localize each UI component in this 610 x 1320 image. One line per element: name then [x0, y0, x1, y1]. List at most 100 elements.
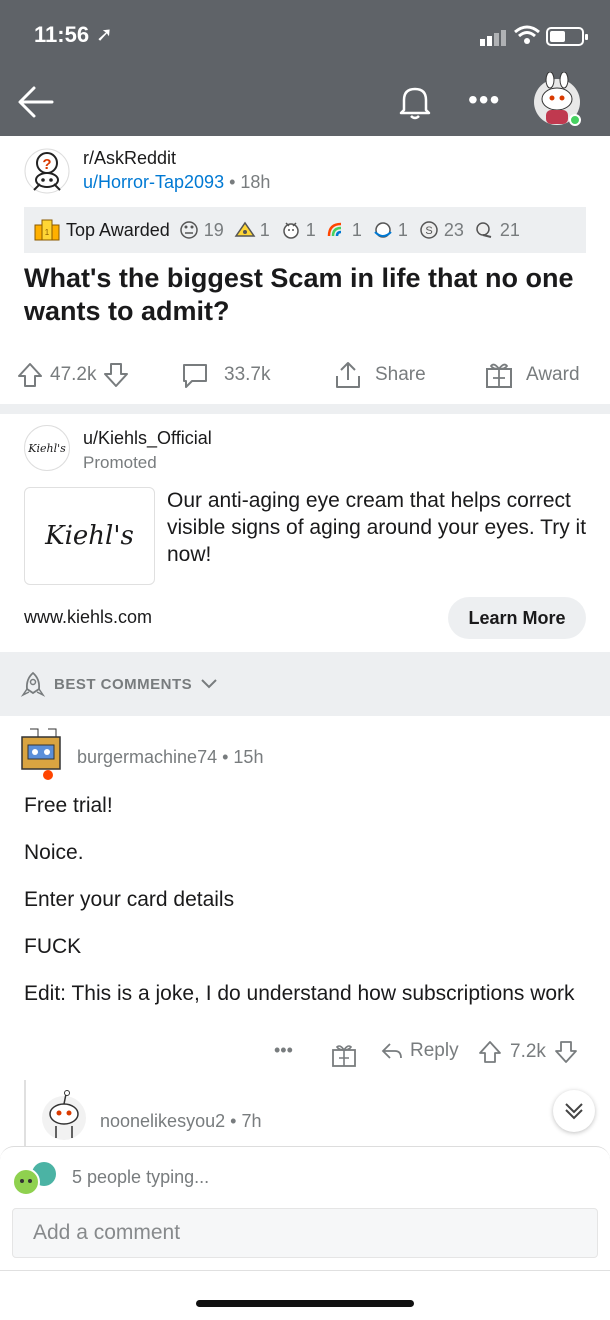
upvote-icon[interactable]: [16, 361, 44, 389]
post-action-bar: 47.2k 33.7k Share Award: [0, 352, 610, 398]
back-arrow-icon[interactable]: [16, 82, 56, 122]
promo-user[interactable]: u/Kiehls_Official: [83, 428, 212, 449]
user-avatar[interactable]: [532, 72, 582, 126]
commenter-avatar[interactable]: [18, 725, 66, 781]
ad-url[interactable]: www.kiehls.com: [24, 607, 152, 628]
typing-indicator: 5 people typing...: [72, 1167, 210, 1187]
sort-label: BEST COMMENTS: [54, 675, 193, 693]
subreddit-name[interactable]: r/AskReddit: [83, 148, 176, 169]
comment-paragraph: FUCK: [24, 935, 82, 958]
rolling-eyes-icon: [180, 221, 198, 239]
battery-icon: [546, 27, 588, 46]
award-helpful: 21: [474, 220, 520, 241]
reply-age-separator: •: [230, 1111, 242, 1131]
add-comment-input[interactable]: Add a comment: [12, 1208, 598, 1258]
comment-score: 7.2k: [510, 1041, 546, 1062]
downvote-icon[interactable]: [102, 361, 130, 389]
top-awarded-badge: 1 Top Awarded: [34, 219, 170, 241]
comment-author[interactable]: burgermachine74: [77, 747, 217, 767]
ad-thumbnail[interactable]: Kiehl's: [24, 487, 155, 585]
comment-body: Free trial! Noice. Enter your card detai…: [24, 793, 594, 1028]
award-label: Award: [526, 364, 580, 385]
upvote-icon[interactable]: [478, 1040, 502, 1064]
comment-sort-bar[interactable]: BEST COMMENTS: [0, 652, 610, 716]
post-author-link[interactable]: u/Horror-Tap2093: [83, 172, 224, 192]
award-hat: 1: [234, 220, 270, 241]
svg-text:1: 1: [45, 228, 50, 237]
reply-button[interactable]: Reply: [380, 1040, 459, 1062]
award-rainbow: 1: [326, 220, 362, 241]
share-button[interactable]: Share: [333, 352, 426, 398]
hat-award-icon: [234, 221, 256, 237]
rainbow-icon: [327, 222, 341, 237]
top-nav-bar: 11:56 ➚ •••: [0, 0, 610, 136]
post-age-separator: •: [229, 172, 241, 192]
promo-brand-logo[interactable]: Kiehl's: [24, 425, 70, 471]
comment-paragraph: Edit: This is a joke, I do understand ho…: [24, 982, 575, 1005]
more-options-button[interactable]: •••: [468, 84, 500, 116]
comment-count: 33.7k: [224, 364, 271, 385]
reply-author-line: noonelikesyou2 • 7h: [100, 1111, 261, 1132]
gift-icon: [486, 363, 512, 388]
comment-vote-group: 7.2k: [478, 1040, 578, 1064]
subreddit-icon[interactable]: ?: [24, 148, 70, 194]
hugz-icon: [374, 222, 392, 238]
awards-bar[interactable]: 1 Top Awarded 19 1 1 1 1 S 23 21: [24, 207, 586, 253]
award-count: 1: [397, 219, 408, 240]
reply-label: Reply: [410, 1040, 459, 1061]
award-count: 21: [499, 219, 520, 240]
post-score: 47.2k: [50, 364, 97, 385]
comments-button[interactable]: 33.7k: [180, 352, 270, 398]
share-icon: [336, 362, 360, 388]
collapse-thread-button[interactable]: [553, 1090, 595, 1132]
comment-age-separator: •: [222, 747, 234, 767]
wifi-icon: [514, 25, 540, 44]
downvote-icon[interactable]: [554, 1040, 578, 1064]
award-count: 19: [203, 219, 224, 240]
location-arrow-icon: ➚: [96, 24, 113, 46]
share-label: Share: [375, 364, 426, 385]
reply-age: 7h: [241, 1111, 262, 1131]
top-awarded-label: Top Awarded: [66, 219, 170, 240]
gift-icon[interactable]: [331, 1042, 357, 1068]
reply-author[interactable]: noonelikesyou2: [100, 1111, 225, 1131]
learn-more-button[interactable]: Learn More: [448, 597, 586, 639]
award-silver: S 23: [418, 220, 464, 241]
svg-text:S: S: [425, 225, 432, 237]
double-chevron-down-icon: [565, 1103, 583, 1120]
reply-arrow-icon: [381, 1043, 402, 1059]
bell-icon[interactable]: [397, 82, 433, 122]
top-award-icon: 1: [34, 219, 60, 241]
comment-paragraph: Free trial!: [24, 794, 113, 817]
award-count: 1: [259, 219, 270, 240]
comment-bubble-icon: [183, 364, 207, 388]
comment-more-button[interactable]: •••: [274, 1040, 293, 1061]
silver-icon: S: [420, 221, 438, 239]
status-time: 11:56: [34, 22, 90, 47]
post-title: What's the biggest Scam in life that no …: [24, 263, 574, 326]
reply-avatar[interactable]: [40, 1090, 88, 1142]
vote-group: 47.2k: [16, 352, 130, 398]
award-count: 23: [443, 219, 464, 240]
comment-paragraph: Enter your card details: [24, 888, 235, 911]
rocket-icon: [20, 671, 46, 697]
post-author-line: u/Horror-Tap2093 • 18h: [83, 172, 270, 193]
typing-avatars-icon: [12, 1162, 56, 1196]
award-count: 1: [305, 219, 316, 240]
award-count: 1: [351, 219, 362, 240]
thread-line[interactable]: [24, 1080, 26, 1150]
award-hugz: 1: [372, 220, 408, 241]
award-wholesome-seal: 1: [280, 220, 316, 241]
post-age: 18h: [240, 172, 271, 192]
svg-text:?: ?: [42, 156, 51, 173]
cell-signal-icon: [480, 28, 508, 46]
ad-text[interactable]: Our anti-aging eye cream that helps corr…: [167, 487, 597, 568]
section-divider: [0, 404, 610, 414]
comment-action-bar: ••• Reply 7.2k: [0, 1038, 610, 1074]
award-button[interactable]: Award: [484, 352, 580, 398]
chevron-down-icon: [201, 679, 217, 689]
wholesome-seal-icon: [283, 222, 299, 239]
promoted-label: Promoted: [83, 453, 157, 472]
home-indicator[interactable]: [196, 1300, 414, 1307]
award-rolling-eyes: 19: [178, 220, 224, 241]
